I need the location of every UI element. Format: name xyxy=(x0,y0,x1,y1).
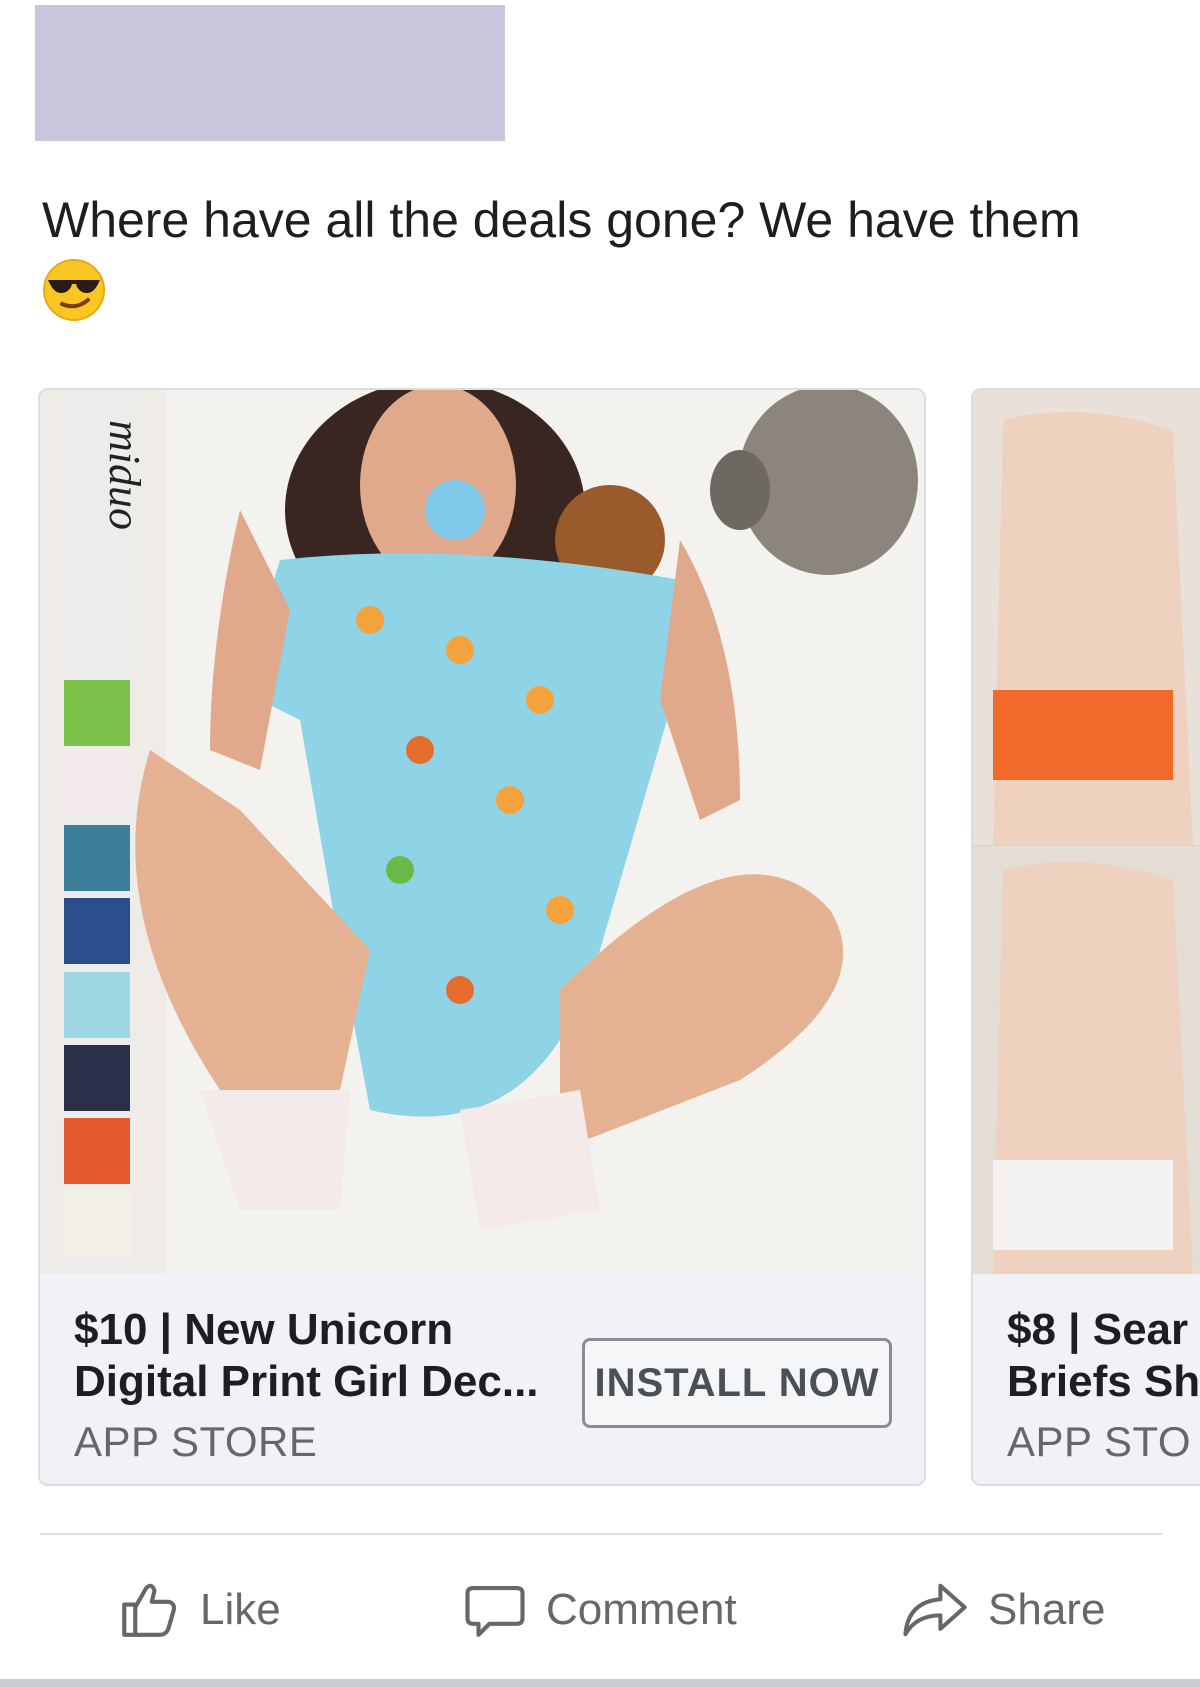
ad-title-line1-next: Sear xyxy=(1092,1305,1189,1354)
share-arrow-icon xyxy=(903,1583,967,1637)
ad-title-next[interactable]: $8 | Sear Briefs Sh xyxy=(1007,1304,1200,1408)
post-actions: Like Comment Share xyxy=(0,1570,1200,1650)
ad-title-line2: Digital Print Girl Dec... xyxy=(74,1357,539,1406)
product-photo: miduo xyxy=(40,390,924,1274)
ad-card-info[interactable]: $10 | New Unicorn Digital Print Girl Dec… xyxy=(40,1274,924,1484)
comment-icon xyxy=(465,1585,525,1637)
product-photo-next xyxy=(973,390,1200,1274)
ad-card-next[interactable]: $8 | Sear Briefs Sh APP STO xyxy=(971,388,1200,1486)
ad-source-next: APP STO xyxy=(1007,1418,1192,1465)
ad-source: APP STORE xyxy=(74,1418,318,1465)
ad-price: $10 xyxy=(74,1305,148,1354)
ad-title-line1: New Unicorn xyxy=(184,1305,454,1354)
ad-title[interactable]: $10 | New Unicorn Digital Print Girl Dec… xyxy=(74,1304,544,1408)
comment-button[interactable]: Comment xyxy=(462,1570,737,1650)
like-button[interactable]: Like xyxy=(116,1570,281,1650)
ad-carousel[interactable]: miduo $10 | New Unicorn Digital Print Gi… xyxy=(0,388,1200,1488)
post-text: Where have all the deals gone? We have t… xyxy=(42,192,1081,248)
actions-divider xyxy=(40,1533,1162,1535)
product-image[interactable]: miduo xyxy=(40,390,924,1274)
product-image-next[interactable] xyxy=(973,390,1200,1274)
brand-label: miduo xyxy=(100,420,149,530)
ad-card[interactable]: miduo $10 | New Unicorn Digital Print Gi… xyxy=(38,388,926,1486)
share-button[interactable]: Share xyxy=(900,1570,1105,1650)
install-now-button[interactable]: INSTALL NOW xyxy=(582,1338,892,1428)
like-label: Like xyxy=(200,1585,281,1634)
sunglasses-emoji-icon xyxy=(43,259,105,321)
feed-separator xyxy=(0,1679,1200,1687)
ad-price-next: $8 xyxy=(1007,1305,1056,1354)
comment-label: Comment xyxy=(546,1585,737,1634)
redacted-profile-header xyxy=(35,5,505,141)
thumbs-up-icon xyxy=(122,1583,177,1637)
ad-card-info-next[interactable]: $8 | Sear Briefs Sh APP STO xyxy=(973,1274,1200,1484)
share-label: Share xyxy=(988,1585,1106,1634)
ad-title-line2-next: Briefs Sh xyxy=(1007,1357,1200,1406)
